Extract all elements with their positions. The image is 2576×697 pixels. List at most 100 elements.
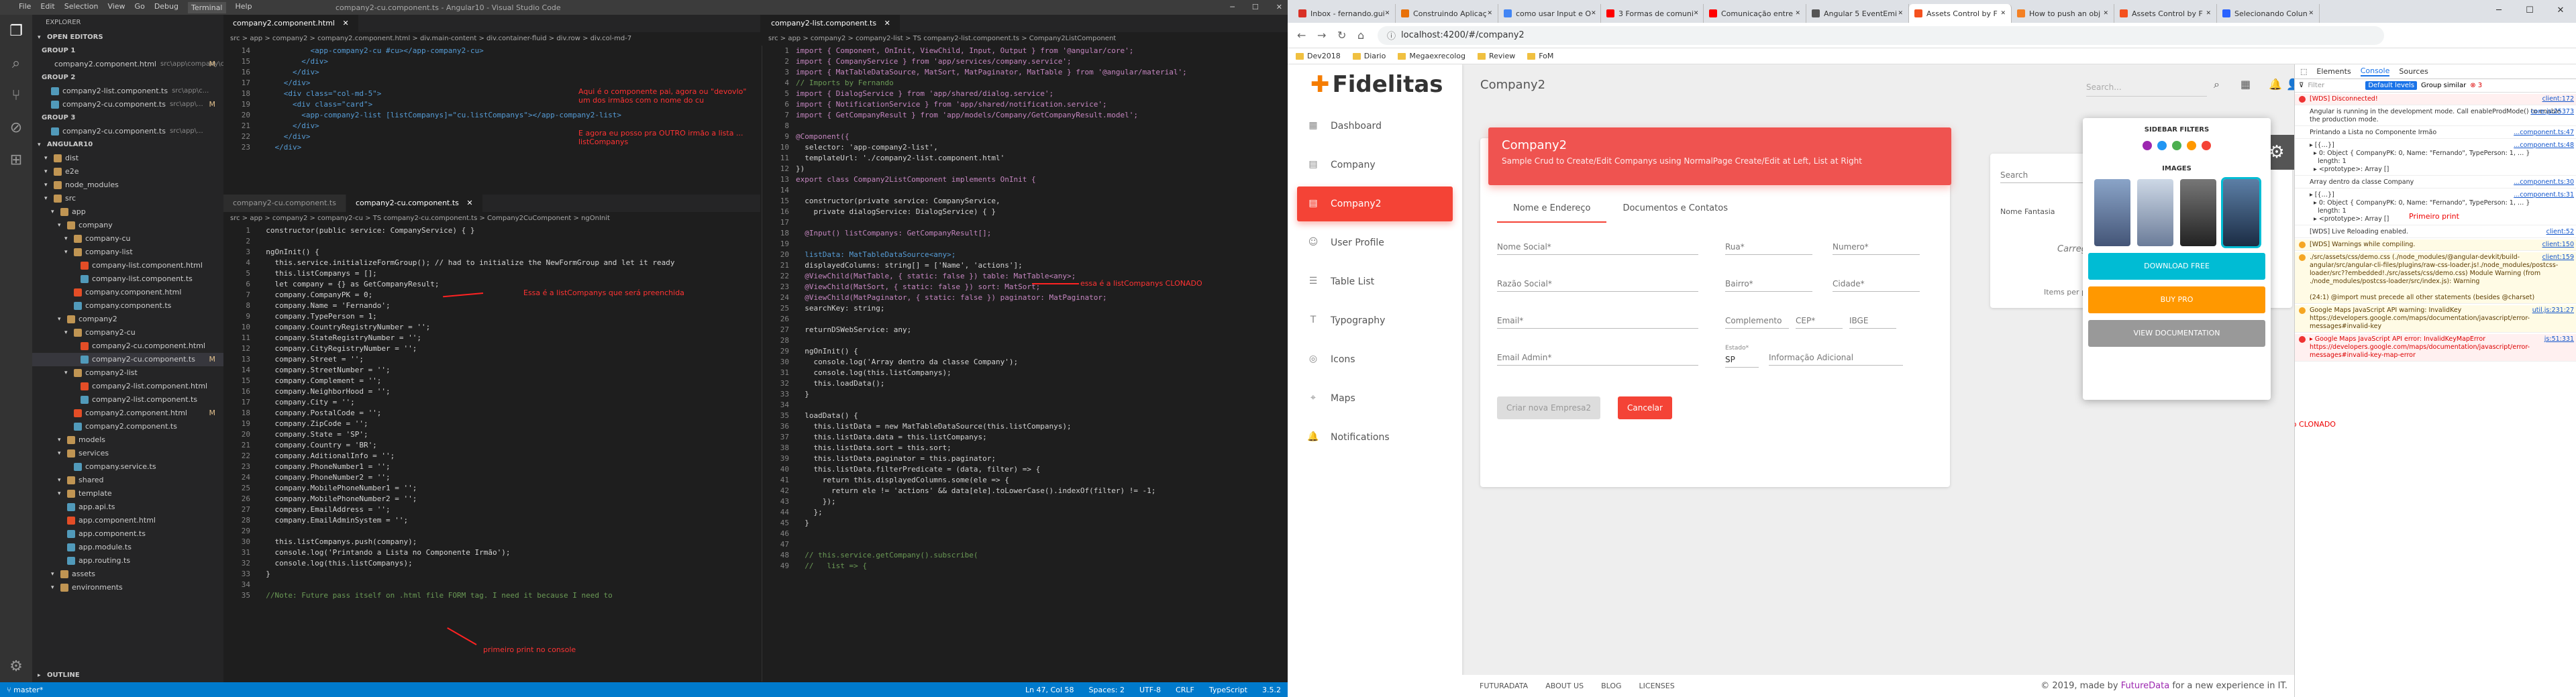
- code-line[interactable]: </div>: [257, 78, 621, 89]
- code-line[interactable]: // Imports by Fernando: [796, 78, 1187, 89]
- code-line[interactable]: import { MatTableDataSource, MatSort, Ma…: [796, 67, 1187, 78]
- console-entry[interactable]: ▸ Google Maps JavaScript API error: Inva…: [2295, 334, 2576, 362]
- devtools-tab-sources[interactable]: Sources: [2399, 67, 2428, 76]
- code-line[interactable]: </div>: [257, 142, 621, 153]
- maximize-icon[interactable]: ☐: [2514, 0, 2545, 20]
- code-line[interactable]: [796, 400, 1187, 411]
- file-item[interactable]: company-list.component.ts: [32, 272, 223, 286]
- extensions-icon[interactable]: ⊞: [0, 144, 32, 176]
- tab-nome-endereco[interactable]: Nome e Endereço: [1497, 195, 1607, 223]
- code-line[interactable]: import { DialogService } from 'app/share…: [796, 89, 1187, 99]
- code-line[interactable]: [796, 121, 1187, 131]
- close-icon[interactable]: ✕: [1591, 10, 1596, 17]
- tab-company2-cu-2[interactable]: company2-cu.component.ts ✕: [346, 195, 483, 212]
- folder-item[interactable]: ▾ dist: [32, 152, 223, 165]
- nome-social-field[interactable]: Nome Social*: [1497, 239, 1698, 255]
- code-line[interactable]: company.PostalCode = '';: [257, 408, 675, 419]
- code-line[interactable]: <app-company2-cu #cu></app-company2-cu>: [257, 46, 621, 56]
- column-header-nome-fantasia[interactable]: Nome Fantasia: [2000, 207, 2055, 216]
- cep-field[interactable]: CEP*: [1796, 313, 1843, 329]
- folder-item[interactable]: ▾ models: [32, 433, 223, 447]
- file-item[interactable]: app.module.ts: [32, 541, 223, 554]
- code-line[interactable]: <div class="col-md-5">: [257, 89, 621, 99]
- download-free-button[interactable]: DOWNLOAD FREE: [2088, 253, 2265, 280]
- file-item[interactable]: company.component.html: [32, 286, 223, 299]
- code-line[interactable]: [257, 580, 675, 590]
- close-icon[interactable]: ✕: [1487, 10, 1492, 17]
- folder-item[interactable]: ▾ services: [32, 447, 223, 460]
- code-line[interactable]: console.log(this.listCompanys);: [796, 368, 1187, 378]
- close-icon[interactable]: ✕: [2308, 10, 2314, 17]
- code-line[interactable]: company.MobilePhoneNumber2 = '';: [257, 494, 675, 504]
- code-line[interactable]: [796, 185, 1187, 196]
- razao-social-field[interactable]: Razão Social*: [1497, 276, 1698, 292]
- code-line[interactable]: company.ZipCode = '';: [257, 419, 675, 429]
- bookmark-item[interactable]: FoM: [1527, 52, 1553, 60]
- filter-color-dot[interactable]: [2202, 141, 2211, 150]
- code-line[interactable]: return ele != 'actions' && data[ele].toL…: [796, 486, 1187, 496]
- code-line[interactable]: company.EmailAddress = '';: [257, 504, 675, 515]
- code-line[interactable]: //Note: Future pass itself on .html file…: [257, 590, 675, 601]
- folder-item[interactable]: ▾ company2-cu: [32, 326, 223, 339]
- ibge-field[interactable]: IBGE: [1849, 313, 1896, 329]
- nav-item-company[interactable]: ▤ Company: [1297, 148, 1453, 182]
- code-line[interactable]: }): [796, 164, 1187, 174]
- buy-pro-button[interactable]: BUY PRO: [2088, 286, 2265, 313]
- code-line[interactable]: company.City = '';: [257, 397, 675, 408]
- browser-tab[interactable]: Construindo Aplicaç ✕: [1396, 4, 1498, 23]
- code-line[interactable]: company.PhoneNumber2 = '';: [257, 472, 675, 483]
- console-source-link[interactable]: util.js:231:27: [2532, 307, 2574, 315]
- code-line[interactable]: constructor(public service: CompanyServi…: [257, 225, 675, 236]
- code-line[interactable]: displayedColumns: string[] = ['Name', 'a…: [796, 260, 1187, 271]
- editor-top-left[interactable]: 14 15 16 17 18 19 20 21 22 23 <app-company2-cu #c…: [223, 46, 760, 189]
- file-item[interactable]: company2-cu.component.ts M: [32, 353, 223, 366]
- filter-color-dot[interactable]: [2172, 141, 2181, 150]
- code-line[interactable]: return this.displayedColumns.some(ele =>…: [796, 475, 1187, 486]
- cancel-button[interactable]: Cancelar: [1618, 396, 1672, 419]
- console-entry[interactable]: ./src/assets/css/demo.css (./node_module…: [2295, 252, 2576, 304]
- maximize-icon[interactable]: ☐: [1252, 3, 1259, 11]
- code-line[interactable]: selector: 'app-company2-list',: [796, 142, 1187, 153]
- folder-item[interactable]: ▾ company2-list: [32, 366, 223, 380]
- bookmark-item[interactable]: Megaexrecolog: [1398, 52, 1465, 60]
- nav-item-maps[interactable]: ⌖ Maps: [1297, 381, 1453, 416]
- console-filter-input[interactable]: Filter: [2308, 82, 2361, 89]
- source-control-icon[interactable]: ⑂: [0, 79, 32, 111]
- browser-tab[interactable]: Comunicação entre ✕: [1704, 4, 1806, 23]
- editor-right[interactable]: 1 2 3 4 5 6 7 8 9 10 11 12 13 14 15 16 17 18 19 20 21 22 23 24 2…: [762, 46, 1288, 682]
- console-entry[interactable]: ▸ [{…}] ▸ 0: Object { CompanyPK: 0, Name…: [2295, 140, 2576, 176]
- code-line[interactable]: company.StateRegistryNumber = '';: [257, 333, 675, 343]
- code-line[interactable]: searchKey: string;: [796, 303, 1187, 314]
- code-line[interactable]: this.listData.paginator = this.paginator…: [796, 453, 1187, 464]
- console-source-link[interactable]: ...component.ts:30: [2514, 178, 2574, 186]
- group-header[interactable]: GROUP 1: [32, 44, 223, 58]
- tab-company2-html[interactable]: company2.component.html ✕: [223, 15, 359, 32]
- code-line[interactable]: console.log(this.listCompanys);: [257, 558, 675, 569]
- nav-item-user-profile[interactable]: ☺ User Profile: [1297, 225, 1453, 260]
- footer-link[interactable]: ABOUT US: [1545, 682, 1584, 690]
- code-line[interactable]: this.listData.data = this.listCompanys;: [796, 432, 1187, 443]
- console-entry[interactable]: Array dentro da classe Company ...compone…: [2295, 177, 2576, 189]
- code-line[interactable]: company.EmailAdminSystem = '';: [257, 515, 675, 526]
- code-line[interactable]: }: [796, 389, 1187, 400]
- console-entry[interactable]: [WDS] Warnings while compiling. client:15…: [2295, 239, 2576, 251]
- explorer-icon[interactable]: ❐: [0, 15, 32, 47]
- code-line[interactable]: import { GetCompanyResult } from 'app/mo…: [796, 110, 1187, 121]
- code-line[interactable]: this.listData.filterPredicate = (data, f…: [796, 464, 1187, 475]
- status-item[interactable]: 3.5.2: [1262, 686, 1281, 694]
- filter-color-dot[interactable]: [2157, 141, 2167, 150]
- filter-icon[interactable]: ⊽: [2299, 82, 2304, 89]
- browser-tab[interactable]: Inbox - fernando.gui ✕: [1293, 4, 1396, 23]
- nav-item-typography[interactable]: T Typography: [1297, 303, 1453, 338]
- close-icon[interactable]: ✕: [1385, 10, 1390, 17]
- file-item[interactable]: company2-list.component.html: [32, 380, 223, 393]
- code-line[interactable]: [257, 236, 675, 247]
- file-item[interactable]: company2-cu.component.html: [32, 339, 223, 353]
- code-line[interactable]: company.Street = '';: [257, 354, 675, 365]
- view-documentation-button[interactable]: VIEW DOCUMENTATION: [2088, 320, 2265, 347]
- status-item[interactable]: TypeScript: [1209, 686, 1247, 694]
- folder-item[interactable]: ▾ company-list: [32, 246, 223, 259]
- file-item[interactable]: company2.component.ts: [32, 420, 223, 433]
- code-line[interactable]: [257, 526, 675, 537]
- code-line[interactable]: [796, 529, 1187, 539]
